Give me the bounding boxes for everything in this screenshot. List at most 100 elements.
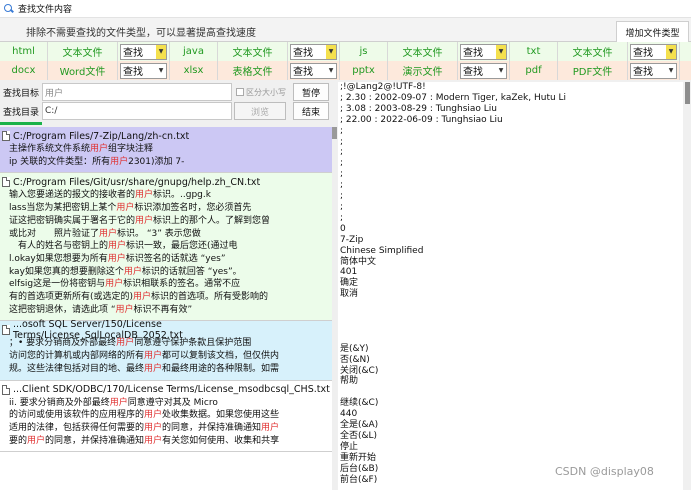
filetype-mode-cell: 查找 ▼: [288, 61, 340, 80]
preview-line: 重新开始: [340, 452, 377, 463]
match-highlight: 用户: [109, 397, 128, 408]
line-text: 证这把密钥确实属于署名于它的: [9, 215, 136, 226]
preview-line: ;: [340, 125, 344, 136]
match-highlight: 用户: [90, 144, 109, 154]
progress-bar: [0, 122, 42, 125]
file-icon: [2, 325, 10, 336]
browse-button[interactable]: 浏览: [234, 102, 286, 120]
line-text: ii. 要求分销商及外部最终: [9, 397, 110, 408]
chevron-down-icon: ▼: [326, 44, 336, 59]
filetype-ext: pptx: [340, 61, 388, 80]
match-highlight: 用户: [105, 279, 124, 290]
filetype-name: 文本文件: [558, 42, 628, 61]
scrollbar-thumb[interactable]: [685, 82, 690, 104]
preview-line: 401: [340, 267, 358, 278]
filetype-mode-value: 查找: [293, 48, 313, 59]
preview-line: ;: [340, 191, 344, 202]
filetype-mode-cell: 查找 ▼: [628, 42, 680, 61]
line-text: ；• 要求分销商及外部最终: [9, 338, 117, 349]
line-text: 有人的姓名与密钥上的: [9, 241, 109, 252]
filetype-mode-select[interactable]: 查找 ▼: [630, 43, 677, 60]
filetype-ext: docx: [0, 61, 48, 80]
result-item[interactable]: ...Client SDK/ODBC/170/License Terms/Lic…: [0, 380, 332, 453]
line-text: 标识。 “3” 表示您做: [117, 228, 201, 239]
line-text: 的同意，并保持准确通知: [162, 422, 262, 433]
result-line: 或比对 照片验证了用户标识。 “3” 表示您做: [0, 228, 332, 241]
preview-line: ;: [340, 201, 344, 212]
line-text: elfsig这是一份将密钥与: [9, 279, 106, 290]
filetype-ext: xlsx: [170, 61, 218, 80]
search-icon: [4, 3, 14, 14]
preview-line: 取消: [340, 289, 359, 300]
line-text: 规。这些法律包括对目的地、最终: [9, 363, 145, 374]
filetype-mode-select[interactable]: 查找 ▼: [630, 62, 677, 79]
chevron-down-icon: ▼: [328, 67, 334, 74]
filetype-mode-select[interactable]: 查找 ▼: [290, 62, 337, 79]
scrollbar-thumb[interactable]: [332, 127, 337, 139]
result-path-text: C:/Program Files/7-Zip/Lang/zh-cn.txt: [13, 130, 190, 142]
case-sensitive-label: 区分大小写: [246, 87, 286, 97]
preview-scrollbar[interactable]: [684, 82, 691, 490]
match-highlight: 用户: [27, 435, 46, 446]
preview-line: [338, 300, 683, 311]
line-text: 标识的话就回答 “yes”。: [141, 266, 242, 277]
filetype-ext: txt: [510, 42, 558, 61]
line-text: 2301)添加 7-: [128, 156, 185, 167]
search-dir-input[interactable]: C:/: [42, 102, 232, 120]
match-highlight: 用户: [144, 435, 163, 446]
result-item[interactable]: C:/Program Files/7-Zip/Lang/zh-cn.txt 主操作…: [0, 127, 332, 174]
line-text: 要的: [9, 435, 28, 446]
match-highlight: 用户: [116, 203, 135, 214]
line-text: 都可以复制该文档，但仅供内: [162, 351, 280, 362]
result-item[interactable]: ...osoft SQL Server/150/License Terms/Li…: [0, 319, 332, 381]
match-highlight: 用户: [110, 156, 129, 167]
line-text: lass当您为某把密钥上某个: [9, 203, 117, 214]
search-panel: 查找目标 用户 区分大小写 查找目录 C:/ 浏览 暂停 结束: [0, 81, 332, 123]
result-line: 输入您要递送的报文的接收者的用户标识。..gpg.k: [0, 189, 332, 202]
filetype-mode-select[interactable]: 查找 ▼: [460, 62, 507, 79]
match-highlight: 用户: [99, 228, 118, 239]
file-icon: [2, 131, 10, 141]
result-item[interactable]: C:/Program Files/Git/usr/share/gnupg/hel…: [0, 173, 332, 322]
tab-add-filetype[interactable]: 增加文件类型: [616, 21, 689, 43]
match-highlight: 用户: [144, 351, 163, 362]
chevron-down-icon: ▼: [668, 67, 674, 74]
pause-button[interactable]: 暂停: [293, 83, 329, 101]
preview-line: ;: [340, 147, 344, 158]
filetype-name: 文本文件: [48, 42, 118, 61]
match-highlight: 用户: [108, 241, 127, 252]
filetype-mode-value: 查找: [463, 67, 483, 78]
hint-bar: 排除不需要查找的文件类型，可以显著提高查找速度 增加文件类型: [0, 18, 691, 43]
preview-line: [338, 311, 683, 322]
preview-line: ; 2.30 : 2002-09-07 : Modern Tiger, kaZe…: [340, 92, 567, 103]
filetype-mode-value: 查找: [123, 67, 143, 78]
preview-line: 继续(&C): [340, 398, 379, 409]
filetype-ext: pdf: [510, 61, 558, 80]
filetype-mode-select[interactable]: 查找 ▼: [460, 43, 507, 60]
chevron-down-icon: ▼: [156, 44, 166, 59]
checkbox-box[interactable]: [236, 88, 244, 96]
result-line: elfsig这是一份将密钥与用户标识相联系的签名。通常不应: [0, 278, 332, 291]
match-highlight: 用户: [261, 422, 280, 433]
filetype-mode-select[interactable]: 查找 ▼: [120, 43, 167, 60]
case-sensitive-checkbox[interactable]: 区分大小写: [236, 87, 286, 98]
file-preview[interactable]: ;!@Lang2@!UTF-8!; 2.30 : 2002-09-07 : Mo…: [338, 82, 683, 490]
filetype-mode-value: 查找: [123, 48, 143, 59]
watermark: CSDN @display08: [555, 465, 654, 478]
filetype-grid: html 文本文件 查找 ▼ java 文本文件 查找 ▼ js 文本文件 查找 ▼ txt 文本文件 查找…: [0, 42, 691, 80]
end-button[interactable]: 结束: [293, 102, 329, 120]
filetype-mode-select[interactable]: 查找 ▼: [120, 62, 167, 79]
line-text: 标识。..gpg.k: [153, 190, 211, 201]
results-scrollbar[interactable]: [332, 127, 337, 490]
filetype-mode-cell: 查找 ▼: [288, 42, 340, 61]
result-line: 适用的法律，包括获得任何需要的用户的同意，并保持准确通知用户: [0, 422, 332, 435]
result-line: 有的首选项更新所有(或选定的)用户标识的首选项。所有受影响的: [0, 291, 332, 304]
line-text: 和最终用途的各种限制。如需: [162, 363, 280, 374]
preview-line: 是(&Y): [340, 343, 369, 354]
line-text: ip 关联的文件类型：所有: [9, 156, 111, 167]
result-line: 有人的姓名与密钥上的用户标识一致，最后您还(通过电: [0, 240, 332, 253]
preview-line: ;: [340, 136, 344, 147]
results-list[interactable]: C:/Program Files/7-Zip/Lang/zh-cn.txt 主操作…: [0, 127, 332, 490]
search-target-input[interactable]: 用户: [42, 83, 232, 101]
filetype-mode-select[interactable]: 查找 ▼: [290, 43, 337, 60]
